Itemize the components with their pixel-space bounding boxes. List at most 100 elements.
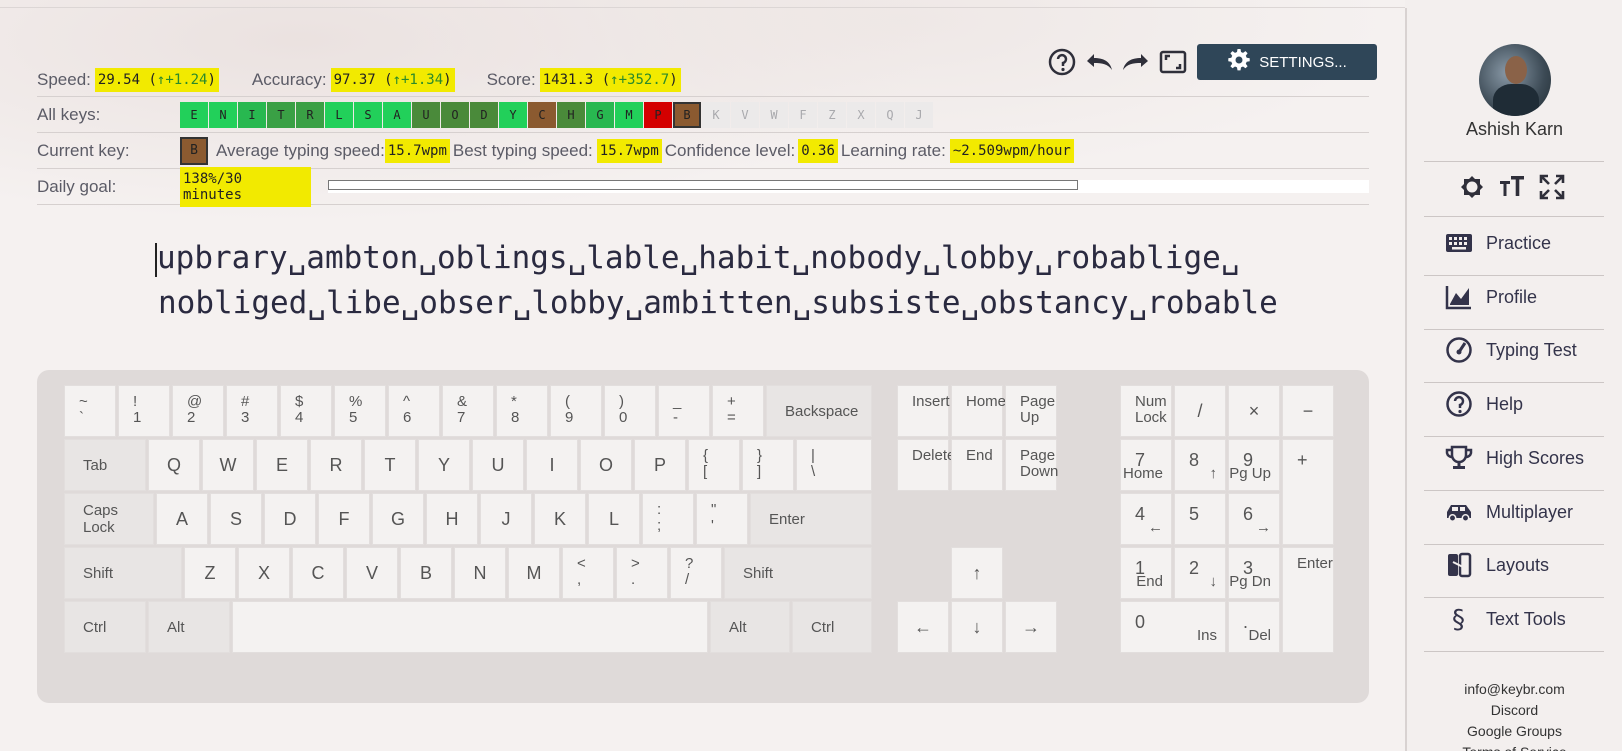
- avatar[interactable]: [1479, 44, 1551, 116]
- key-zpunct-0[interactable]: < ,: [562, 547, 614, 599]
- key-alt-right[interactable]: Alt: [710, 601, 790, 653]
- key-num-7[interactable]: 7 Home: [1120, 439, 1172, 491]
- key-equals[interactable]: + =: [712, 385, 764, 437]
- key-caps-lock[interactable]: Caps Lock: [64, 493, 154, 545]
- key-backslash-wide[interactable]: | \: [796, 439, 872, 491]
- expand-icon[interactable]: [1537, 172, 1567, 207]
- key-insert[interactable]: Insert: [897, 385, 950, 437]
- key-x[interactable]: X: [238, 547, 290, 599]
- key-num-decimal[interactable]: . Del: [1228, 601, 1280, 653]
- key-d[interactable]: D: [264, 493, 316, 545]
- key-num-1[interactable]: 1 End: [1120, 547, 1172, 599]
- key-bracket-0[interactable]: { [: [688, 439, 740, 491]
- key-a[interactable]: A: [156, 493, 208, 545]
- key-zpunct-1[interactable]: > .: [616, 547, 668, 599]
- key-o[interactable]: O: [580, 439, 632, 491]
- key-arrow-left[interactable]: ←: [897, 601, 949, 653]
- footer-link[interactable]: Discord: [1407, 702, 1622, 718]
- key-num-6[interactable]: 6 →: [1228, 493, 1280, 545]
- key-y[interactable]: Y: [418, 439, 470, 491]
- key-b[interactable]: B: [400, 547, 452, 599]
- key-6[interactable]: ^ 6: [388, 385, 440, 437]
- key-end[interactable]: End: [951, 439, 1003, 491]
- key-num-9[interactable]: 9 Pg Up: [1228, 439, 1280, 491]
- key-num-lock[interactable]: Num Lock: [1120, 385, 1172, 437]
- key-space[interactable]: [232, 601, 708, 653]
- key-tilde[interactable]: ~ `: [64, 385, 116, 437]
- key-bracket-1[interactable]: } ]: [742, 439, 794, 491]
- key-c[interactable]: C: [292, 547, 344, 599]
- key-num-2[interactable]: 2 ↓: [1174, 547, 1226, 599]
- key-ctrl-right[interactable]: Ctrl: [792, 601, 872, 653]
- key-q[interactable]: Q: [148, 439, 200, 491]
- nav-typing-test[interactable]: Typing Test: [1444, 335, 1614, 365]
- key-num-enter[interactable]: Enter: [1282, 547, 1334, 653]
- key-l[interactable]: L: [588, 493, 640, 545]
- key-shift-right[interactable]: Shift: [724, 547, 872, 599]
- key-num-divide[interactable]: /: [1174, 385, 1226, 437]
- key-8[interactable]: * 8: [496, 385, 548, 437]
- footer-link[interactable]: info@keybr.com: [1407, 681, 1622, 697]
- key-arrow-up[interactable]: ↑: [951, 547, 1003, 599]
- key-m[interactable]: M: [508, 547, 560, 599]
- key-3[interactable]: # 3: [226, 385, 278, 437]
- key-w[interactable]: W: [202, 439, 254, 491]
- key-num-multiply[interactable]: ×: [1228, 385, 1280, 437]
- footer-link[interactable]: Terms of Service: [1407, 744, 1622, 751]
- key-punct-1[interactable]: " ': [696, 493, 748, 545]
- key-minus[interactable]: _ -: [658, 385, 710, 437]
- key-num-8[interactable]: 8 ↑: [1174, 439, 1226, 491]
- nav-practice[interactable]: Practice: [1444, 228, 1614, 258]
- key-j[interactable]: J: [480, 493, 532, 545]
- key-arrow-right[interactable]: →: [1005, 601, 1057, 653]
- key-k[interactable]: K: [534, 493, 586, 545]
- key-num-3[interactable]: 3 Pg Dn: [1228, 547, 1280, 599]
- key-1[interactable]: ! 1: [118, 385, 170, 437]
- nav-high-scores[interactable]: High Scores: [1444, 443, 1614, 473]
- key-9[interactable]: ( 9: [550, 385, 602, 437]
- key-h[interactable]: H: [426, 493, 478, 545]
- key-page-up[interactable]: Page Up: [1005, 385, 1057, 437]
- key-alt-left[interactable]: Alt: [148, 601, 230, 653]
- font-size-icon[interactable]: [1497, 172, 1527, 207]
- key-v[interactable]: V: [346, 547, 398, 599]
- key-n[interactable]: N: [454, 547, 506, 599]
- key-ctrl-left[interactable]: Ctrl: [64, 601, 146, 653]
- key-u[interactable]: U: [472, 439, 524, 491]
- theme-icon[interactable]: [1457, 172, 1487, 207]
- key-num-0[interactable]: 0 Ins: [1120, 601, 1226, 653]
- key-2[interactable]: @ 2: [172, 385, 224, 437]
- key-num-add[interactable]: +: [1282, 439, 1334, 545]
- key-g[interactable]: G: [372, 493, 424, 545]
- key-e[interactable]: E: [256, 439, 308, 491]
- key-arrow-down[interactable]: ↓: [951, 601, 1003, 653]
- key-delete[interactable]: Delete: [897, 439, 955, 491]
- username[interactable]: Ashish Karn: [1407, 119, 1622, 140]
- nav-help[interactable]: Help: [1444, 389, 1614, 419]
- key-num-5[interactable]: 5: [1174, 493, 1226, 545]
- key-p[interactable]: P: [634, 439, 686, 491]
- nav-multiplayer[interactable]: Multiplayer: [1444, 497, 1614, 527]
- key-num-4[interactable]: 4 ←: [1120, 493, 1172, 545]
- key-punct-0[interactable]: : ;: [642, 493, 694, 545]
- key-i[interactable]: I: [526, 439, 578, 491]
- key-shift-left[interactable]: Shift: [64, 547, 182, 599]
- nav-layouts[interactable]: Layouts: [1444, 550, 1614, 580]
- practice-text[interactable]: upbrary␣ambton␣oblings␣lable␣habit␣nobod…: [155, 236, 1278, 326]
- nav-text-tools[interactable]: § Text Tools: [1444, 604, 1614, 634]
- key-t[interactable]: T: [364, 439, 416, 491]
- key-0[interactable]: ) 0: [604, 385, 656, 437]
- key-s[interactable]: S: [210, 493, 262, 545]
- key-zpunct-2[interactable]: ? /: [670, 547, 722, 599]
- key-enter[interactable]: Enter: [750, 493, 872, 545]
- key-z[interactable]: Z: [184, 547, 236, 599]
- key-page-down[interactable]: Page Down: [1005, 439, 1058, 491]
- key-f[interactable]: F: [318, 493, 370, 545]
- key-7[interactable]: & 7: [442, 385, 494, 437]
- footer-link[interactable]: Google Groups: [1407, 723, 1622, 739]
- key-4[interactable]: $ 4: [280, 385, 332, 437]
- key-r[interactable]: R: [310, 439, 362, 491]
- key-home[interactable]: Home: [951, 385, 1006, 437]
- nav-profile[interactable]: Profile: [1444, 282, 1614, 312]
- key-num-subtract[interactable]: −: [1282, 385, 1334, 437]
